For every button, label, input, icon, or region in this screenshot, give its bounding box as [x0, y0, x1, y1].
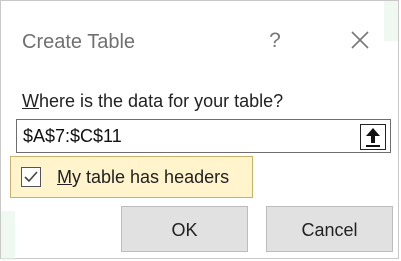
cancel-button[interactable]: Cancel: [266, 206, 393, 252]
create-table-dialog: Create Table ? Where is the data for you…: [0, 0, 399, 260]
has-headers-checkbox[interactable]: [21, 167, 41, 187]
ok-button[interactable]: OK: [121, 206, 248, 252]
close-icon: [351, 31, 369, 49]
dialog-title: Create Table: [22, 31, 136, 53]
help-button[interactable]: ?: [263, 27, 287, 55]
has-headers-option[interactable]: My table has headers: [10, 156, 253, 198]
help-icon: ?: [269, 29, 281, 52]
dialog-title-bar[interactable]: Create Table ?: [1, 1, 398, 83]
has-headers-label: My table has headers: [57, 167, 229, 188]
prompt-mnemonic: W: [22, 91, 39, 111]
arrow-up-icon: [366, 128, 380, 147]
has-headers-mnemonic: M: [57, 167, 72, 187]
data-range-field: [16, 119, 391, 153]
data-range-input[interactable]: [23, 120, 343, 152]
close-button[interactable]: [345, 25, 375, 55]
prompt-text: here is the data for your table?: [39, 91, 284, 111]
has-headers-text: y table has headers: [72, 167, 230, 187]
range-collapse-button[interactable]: [360, 124, 386, 150]
checkmark-icon: [24, 171, 38, 183]
data-range-prompt: Where is the data for your table?: [22, 91, 283, 112]
watermark-fragment: [1, 211, 15, 260]
